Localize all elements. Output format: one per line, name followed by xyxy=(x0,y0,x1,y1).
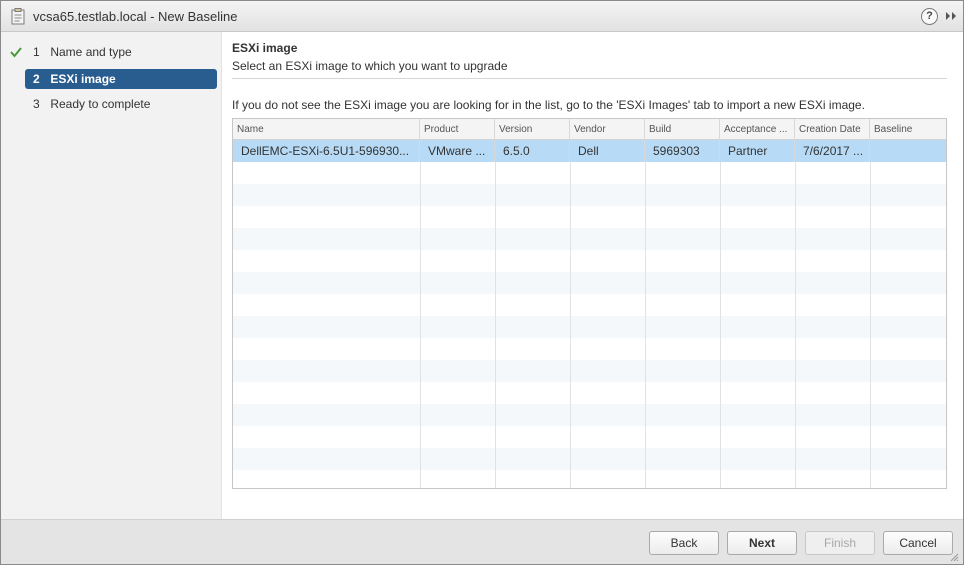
table-row-empty xyxy=(233,382,946,404)
table-row-empty xyxy=(233,338,946,360)
expand-icon[interactable] xyxy=(944,9,958,23)
column-header-baseline[interactable]: Baseline xyxy=(870,119,946,140)
esxi-image-table: Name Product Version Vendor Build Accept… xyxy=(232,118,947,489)
dialog-footer: Back Next Finish Cancel xyxy=(1,519,963,564)
next-button[interactable]: Next xyxy=(727,531,797,555)
table-row-empty xyxy=(233,404,946,426)
info-text: If you do not see the ESXi image you are… xyxy=(232,98,865,112)
column-separator xyxy=(495,140,496,488)
cell-vendor: Dell xyxy=(570,140,645,162)
column-header-build[interactable]: Build xyxy=(645,119,720,140)
step-label: Ready to complete xyxy=(50,97,151,111)
window-title: vcsa65.testlab.local - New Baseline xyxy=(33,9,238,24)
table-row-empty xyxy=(233,250,946,272)
back-button[interactable]: Back xyxy=(649,531,719,555)
table-row-empty xyxy=(233,360,946,382)
column-separator xyxy=(870,140,871,488)
step-number: 1 xyxy=(33,45,40,59)
step-ready-to-complete[interactable]: 3 Ready to complete xyxy=(25,94,217,114)
table-row-empty xyxy=(233,448,946,470)
step-number: 3 xyxy=(33,97,40,111)
help-button[interactable]: ? xyxy=(921,8,938,25)
column-header-product[interactable]: Product xyxy=(420,119,495,140)
check-icon xyxy=(10,47,22,58)
cell-name: DellEMC-ESXi-6.5U1-596930... xyxy=(233,140,420,162)
finish-button: Finish xyxy=(805,531,875,555)
table-row-empty xyxy=(233,228,946,250)
step-number: 2 xyxy=(33,72,40,86)
cell-creation-date: 7/6/2017 ... xyxy=(795,140,870,162)
column-header-acceptance[interactable]: Acceptance ... xyxy=(720,119,795,140)
new-baseline-dialog: vcsa65.testlab.local - New Baseline ? 1 … xyxy=(0,0,964,565)
cell-version: 6.5.0 xyxy=(495,140,570,162)
baseline-document-icon xyxy=(11,8,25,25)
column-header-vendor[interactable]: Vendor xyxy=(570,119,645,140)
cell-baseline xyxy=(870,140,946,162)
table-row-empty xyxy=(233,184,946,206)
page-subtitle: Select an ESXi image to which you want t… xyxy=(232,59,508,73)
page-title: ESXi image xyxy=(232,41,298,55)
title-bar: vcsa65.testlab.local - New Baseline ? xyxy=(1,1,963,32)
step-label: ESXi image xyxy=(50,72,116,86)
cell-build: 5969303 xyxy=(645,140,720,162)
column-header-name[interactable]: Name xyxy=(233,119,420,140)
cell-acceptance: Partner xyxy=(720,140,795,162)
step-esxi-image[interactable]: 2 ESXi image xyxy=(25,69,217,89)
table-row-empty xyxy=(233,272,946,294)
column-separator xyxy=(420,140,421,488)
cell-product: VMware ... xyxy=(420,140,495,162)
main-panel: ESXi image Select an ESXi image to which… xyxy=(222,32,963,519)
table-row-empty xyxy=(233,316,946,338)
table-header: Name Product Version Vendor Build Accept… xyxy=(233,119,946,140)
table-row-empty xyxy=(233,294,946,316)
column-header-version[interactable]: Version xyxy=(495,119,570,140)
step-label: Name and type xyxy=(50,45,132,59)
table-row-empty xyxy=(233,162,946,184)
cancel-button[interactable]: Cancel xyxy=(883,531,953,555)
wizard-steps: 1 Name and type 2 ESXi image 3 Ready to … xyxy=(1,32,222,519)
table-row-empty xyxy=(233,206,946,228)
column-separator xyxy=(720,140,721,488)
table-row-empty xyxy=(233,426,946,448)
column-separator xyxy=(795,140,796,488)
step-name-and-type[interactable]: 1 Name and type xyxy=(25,42,217,62)
column-separator xyxy=(645,140,646,488)
column-header-creation-date[interactable]: Creation Date xyxy=(795,119,870,140)
resize-grip-icon[interactable] xyxy=(949,552,959,562)
column-separator xyxy=(570,140,571,488)
table-row-empty xyxy=(233,470,946,488)
divider xyxy=(232,78,947,79)
table-row[interactable]: DellEMC-ESXi-6.5U1-596930... VMware ... … xyxy=(233,140,946,162)
